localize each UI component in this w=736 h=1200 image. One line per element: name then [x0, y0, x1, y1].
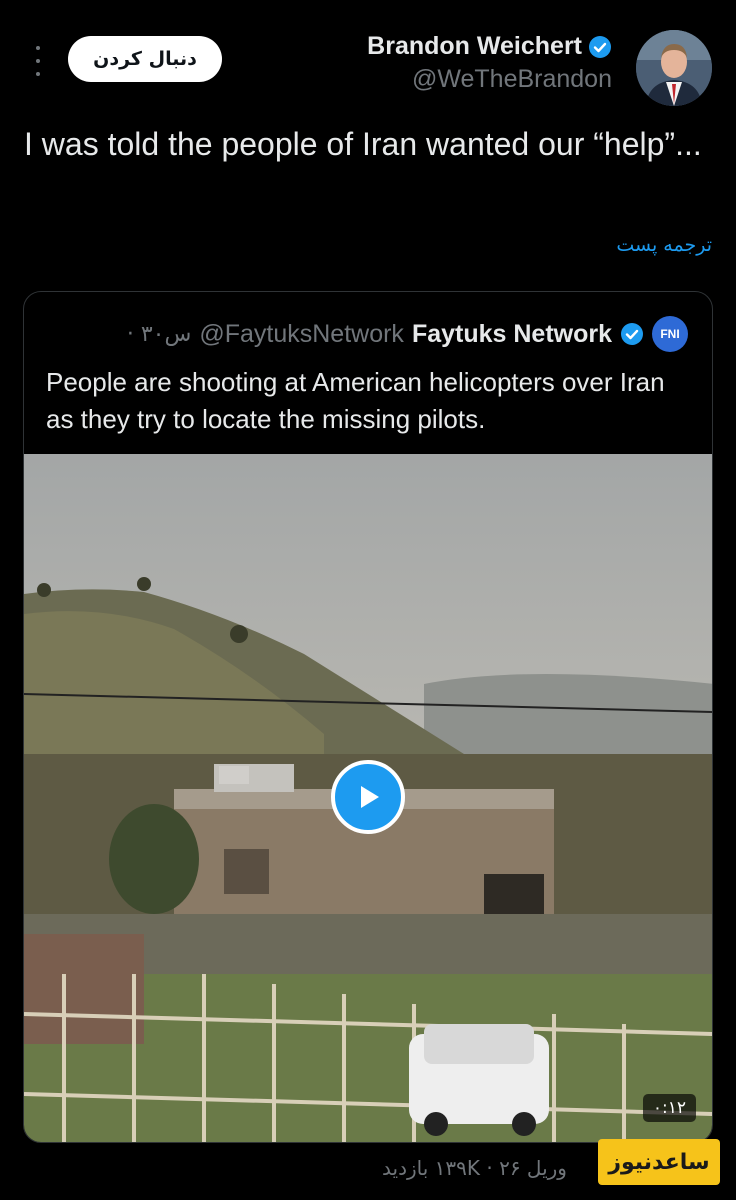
quote-logo-text: FNI — [660, 327, 680, 341]
dot — [36, 46, 40, 50]
watermark-logo: ساعدنیوز — [598, 1139, 720, 1185]
verified-badge-icon — [621, 323, 643, 345]
author-name-row: Brandon Weichert — [367, 32, 612, 61]
dot — [36, 72, 40, 76]
post-meta: وریل ۲۶ · ۱۳۹K بازدید — [382, 1156, 567, 1180]
dot — [36, 59, 40, 63]
author-avatar[interactable] — [636, 30, 712, 106]
video-duration: ۰:۱۲ — [642, 1094, 696, 1122]
tweet-text: I was told the people of Iran wanted our… — [24, 126, 702, 162]
author-info[interactable]: Brandon Weichert @WeTheBrandon — [367, 32, 612, 94]
play-icon — [361, 786, 379, 808]
follow-button[interactable]: دنبال کردن — [68, 36, 222, 82]
author-name[interactable]: Brandon Weichert — [367, 32, 582, 61]
author-handle[interactable]: @WeTheBrandon — [367, 65, 612, 94]
translate-post-link[interactable]: ترجمه پست — [616, 234, 712, 256]
play-button[interactable] — [331, 760, 405, 834]
quoted-tweet-card[interactable]: · ۳۰س @FaytuksNetwork Faytuks Network FN… — [23, 291, 713, 1143]
quote-time: · ۳۰س — [126, 321, 192, 347]
quote-author-name[interactable]: Faytuks Network — [412, 320, 612, 349]
more-options-icon[interactable] — [30, 46, 46, 76]
quote-header: · ۳۰س @FaytuksNetwork Faytuks Network FN… — [127, 316, 688, 352]
quote-avatar-logo[interactable]: FNI — [652, 316, 688, 352]
quote-text: People are shooting at American helicopt… — [46, 367, 665, 434]
verified-badge-icon — [589, 35, 611, 58]
video-media[interactable]: ۰:۱۲ — [24, 454, 712, 1142]
quote-handle[interactable]: @FaytuksNetwork — [199, 320, 404, 349]
